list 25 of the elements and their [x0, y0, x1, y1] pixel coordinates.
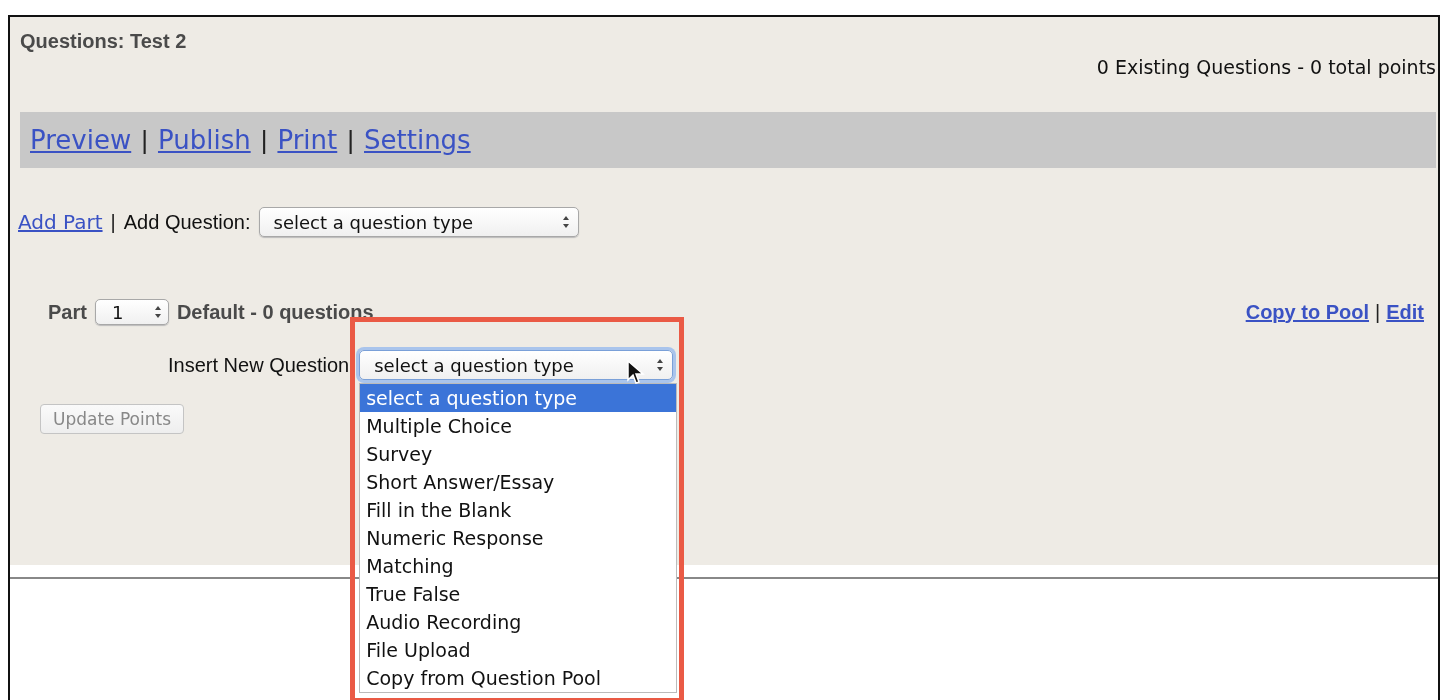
updown-arrows-icon — [153, 305, 162, 319]
copy-to-pool-link[interactable]: Copy to Pool — [1245, 300, 1369, 324]
part-description: Default - 0 questions — [176, 300, 374, 324]
edit-link[interactable]: Edit — [1386, 300, 1424, 324]
insert-question-label: Insert New Question — [168, 353, 350, 377]
nav-link[interactable]: Preview — [30, 125, 132, 155]
separator: | — [260, 124, 268, 156]
nav-link[interactable]: Settings — [364, 125, 471, 155]
insert-question-select[interactable]: select a question type — [359, 350, 674, 380]
updown-arrows-icon — [561, 215, 570, 229]
question-type-select[interactable]: select a question type — [258, 207, 579, 237]
page-title: Questions: Test 2 — [20, 29, 188, 54]
dropdown-option[interactable]: select a question type — [360, 384, 677, 412]
separator: | — [1375, 300, 1381, 324]
separator: | — [141, 124, 148, 156]
add-part-link[interactable]: Add Part — [18, 210, 103, 234]
nav-link[interactable]: Print — [277, 125, 338, 155]
part-number-select[interactable]: 1 — [94, 299, 169, 325]
questions-summary: 0 Existing Questions - 0 total points — [1096, 56, 1437, 78]
separator: | — [110, 210, 116, 234]
updown-arrows-icon — [656, 358, 665, 372]
separator: | — [347, 124, 354, 156]
part-label: Part — [48, 300, 87, 324]
add-question-label: Add Question: — [123, 210, 251, 234]
nav-link[interactable]: Publish — [158, 125, 251, 155]
